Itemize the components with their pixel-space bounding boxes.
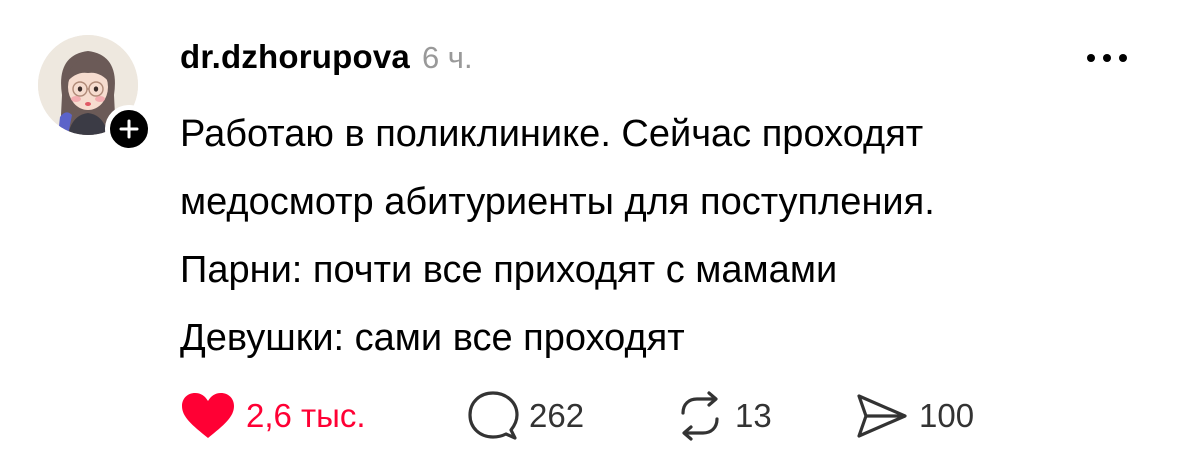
more-icon-dot xyxy=(1103,54,1111,62)
post-header: dr.dzhorupova 6 ч. xyxy=(180,38,473,80)
post-text-line: медосмотр абитуриенты для поступления. xyxy=(180,181,935,223)
send-icon xyxy=(857,394,907,438)
post-body: Работаю в поликлинике. Сейчас проходят м… xyxy=(180,100,1140,372)
share-count: 100 xyxy=(919,397,975,434)
more-options-button[interactable] xyxy=(1087,46,1127,70)
plus-icon xyxy=(119,119,139,139)
more-icon xyxy=(1087,54,1095,62)
repost-icon xyxy=(681,391,719,441)
comment-icon xyxy=(468,391,519,440)
more-icon-dot xyxy=(1119,54,1127,62)
author-avatar[interactable] xyxy=(38,35,153,153)
author-username[interactable]: dr.dzhorupova xyxy=(180,38,410,76)
follow-button[interactable] xyxy=(105,105,153,153)
share-button[interactable]: 100 xyxy=(855,392,974,440)
post-text-line: Девушки: сами все проходят xyxy=(180,317,685,359)
like-count: 2,6 тыс. xyxy=(246,397,366,434)
like-button[interactable]: 2,6 тыс. xyxy=(180,391,467,441)
repost-button[interactable]: 13 xyxy=(675,391,855,441)
comment-count: 262 xyxy=(529,397,585,434)
post-timestamp: 6 ч. xyxy=(421,40,473,75)
repost-count: 13 xyxy=(735,397,772,434)
post-text-line: Работаю в поликлинике. Сейчас проходят xyxy=(180,113,924,155)
comment-button[interactable]: 262 xyxy=(467,390,675,442)
post-actions: 2,6 тыс. 262 13 100 xyxy=(180,388,974,444)
heart-icon xyxy=(182,393,234,438)
post-text-line: Парни: почти все приходят с мамами xyxy=(180,249,838,291)
